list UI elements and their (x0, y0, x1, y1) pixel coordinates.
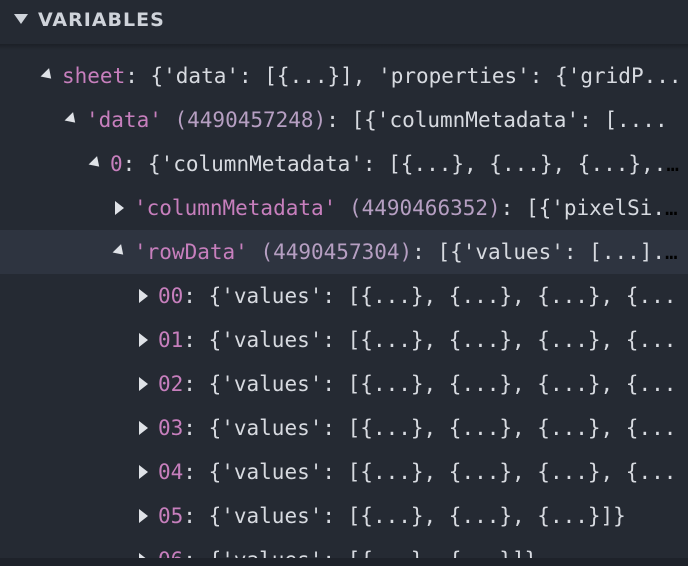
tree-row-02[interactable]: 02: {'values': [{...}, {...}, {...}, {..… (0, 362, 688, 406)
variable-value: : {'values': [{...}, {...}, {...}]} (183, 504, 626, 528)
variables-section-header[interactable]: VARIABLES (0, 0, 688, 44)
tree-row-text: sheet: {'data': [{...}], 'properties': {… (62, 54, 688, 98)
collapsed-arrow-icon[interactable] (139, 377, 148, 391)
collapsed-arrow-icon[interactable] (139, 509, 148, 523)
tree-row-text: 'columnMetadata' (4490466352): [{'pixelS… (134, 186, 688, 230)
variable-name: sheet (62, 64, 126, 88)
variable-address: (4490466352) (336, 196, 501, 220)
expanded-arrow-icon[interactable] (40, 68, 56, 83)
tree-row-04[interactable]: 04: {'values': [{...}, {...}, {...}, {..… (0, 450, 688, 494)
expanded-arrow-icon[interactable] (64, 112, 80, 127)
variable-name: 04 (158, 460, 184, 484)
variable-value: : [{'columnMetadata': [.... (326, 108, 668, 132)
tree-row-columnmetadata[interactable]: 'columnMetadata' (4490466352): [{'pixelS… (0, 186, 688, 230)
tree-row-05[interactable]: 05: {'values': [{...}, {...}, {...}]} (0, 494, 688, 538)
collapsed-arrow-icon[interactable] (139, 333, 148, 347)
variable-name: 'columnMetadata' (134, 196, 337, 220)
variable-value: : {'columnMetadata': [{...}, {...}, {...… (122, 152, 688, 176)
variable-name: 01 (158, 328, 184, 352)
variable-name: 02 (158, 372, 184, 396)
variable-name: 'rowData' (134, 240, 248, 264)
variable-name: 03 (158, 416, 184, 440)
header-divider (0, 44, 688, 50)
variable-value: : [{'values': [...]... (412, 240, 688, 264)
chevron-down-icon[interactable] (14, 14, 28, 24)
expanded-arrow-icon[interactable] (112, 244, 128, 259)
tree-row-data[interactable]: 'data' (4490457248): [{'columnMetadata':… (0, 98, 688, 142)
collapsed-arrow-icon[interactable] (139, 421, 148, 435)
tree-row-text: 'rowData' (4490457304): [{'values': [...… (134, 230, 688, 274)
collapsed-arrow-icon[interactable] (115, 201, 124, 215)
tree-row-rowdata[interactable]: 'rowData' (4490457304): [{'values': [...… (0, 230, 688, 274)
variable-value: : [{'pixelSi... (500, 196, 688, 220)
tree-row-text: 05: {'values': [{...}, {...}, {...}]} (158, 494, 688, 538)
variable-name: 05 (158, 504, 184, 528)
bottom-border (0, 558, 688, 566)
variable-value: : {'data': [{...}], 'properties': {'grid… (125, 64, 682, 88)
variable-value: : {'values': [{...}, {...}, {...}, {... (183, 372, 677, 396)
expanded-arrow-icon[interactable] (88, 156, 104, 171)
variable-value: : {'values': [{...}, {...}, {...}, {... (183, 328, 677, 352)
tree-row-00[interactable]: 00: {'values': [{...}, {...}, {...}, {..… (0, 274, 688, 318)
tree-row-01[interactable]: 01: {'values': [{...}, {...}, {...}, {..… (0, 318, 688, 362)
tree-row-text: 04: {'values': [{...}, {...}, {...}, {..… (158, 450, 688, 494)
variable-name: 00 (158, 284, 184, 308)
tree-row-03[interactable]: 03: {'values': [{...}, {...}, {...}, {..… (0, 406, 688, 450)
section-title: VARIABLES (38, 9, 165, 31)
tree-row-text: 00: {'values': [{...}, {...}, {...}, {..… (158, 274, 688, 318)
variable-address: (4490457248) (161, 108, 327, 132)
tree-row-text: 01: {'values': [{...}, {...}, {...}, {..… (158, 318, 688, 362)
collapsed-arrow-icon[interactable] (139, 465, 148, 479)
tree-row-text: 02: {'values': [{...}, {...}, {...}, {..… (158, 362, 688, 406)
variable-address: (4490457304) (247, 240, 413, 264)
variables-tree: sheet: {'data': [{...}], 'properties': {… (0, 54, 688, 566)
tree-row-0[interactable]: 0: {'columnMetadata': [{...}, {...}, {..… (0, 142, 688, 186)
variables-panel: VARIABLES sheet: {'data': [{...}], 'prop… (0, 0, 688, 566)
variable-name: 'data' (86, 108, 162, 132)
collapsed-arrow-icon[interactable] (139, 289, 148, 303)
tree-row-text: 'data' (4490457248): [{'columnMetadata':… (86, 98, 688, 142)
variable-value: : {'values': [{...}, {...}, {...}, {... (183, 416, 677, 440)
tree-row-text: 0: {'columnMetadata': [{...}, {...}, {..… (110, 142, 688, 186)
variable-value: : {'values': [{...}, {...}, {...}, {... (183, 284, 677, 308)
tree-row-text: 03: {'values': [{...}, {...}, {...}, {..… (158, 406, 688, 450)
tree-row-sheet[interactable]: sheet: {'data': [{...}], 'properties': {… (0, 54, 688, 98)
variable-name: 0 (110, 152, 123, 176)
variable-value: : {'values': [{...}, {...}, {...}, {... (183, 460, 677, 484)
